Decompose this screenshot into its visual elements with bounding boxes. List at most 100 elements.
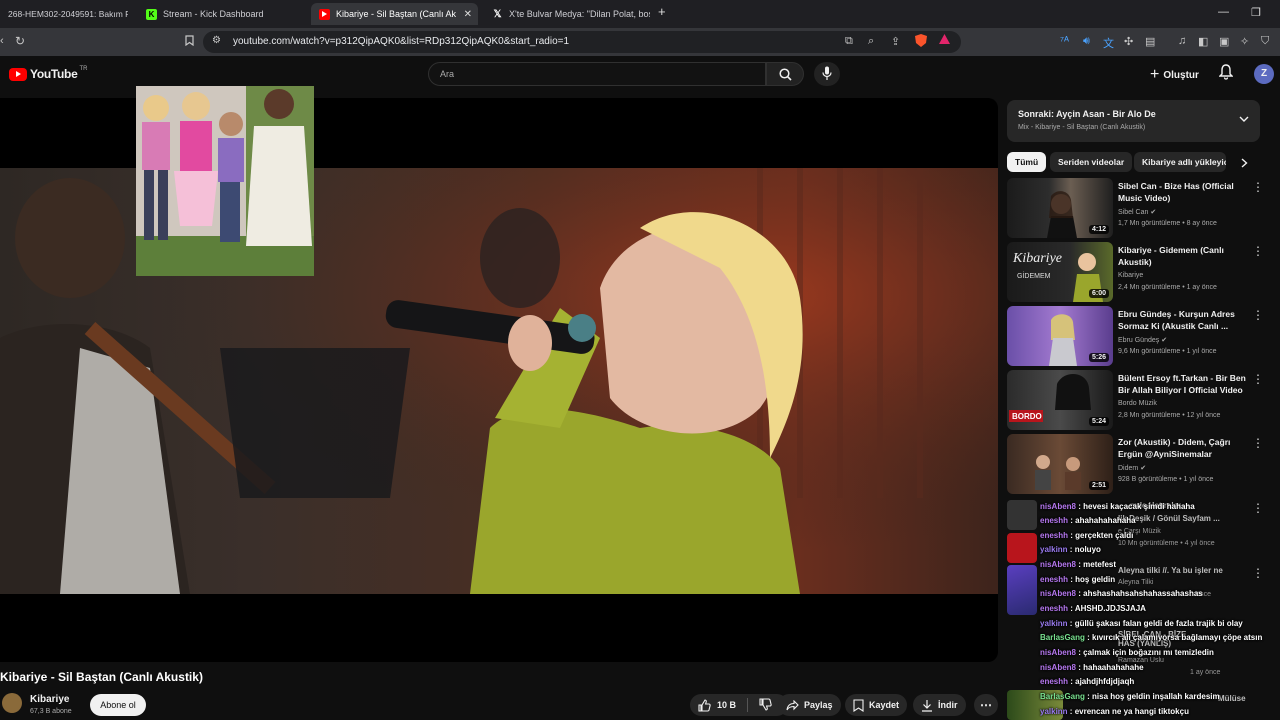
account-avatar[interactable]: Z [1254,64,1274,84]
close-tab-icon[interactable]: ✕ [464,9,472,20]
chevron-down-icon[interactable] [1239,116,1249,123]
more-vert-icon[interactable]: ⋮ [1252,244,1264,258]
chat-username: eneshh [1040,604,1069,613]
audio-icon[interactable]: 🔊︎ [1083,35,1090,48]
up-next-subtitle: Mix - Kibariye - Sil Baştan (Canlı Akust… [1018,124,1146,131]
share-button[interactable]: Paylaş [778,694,841,716]
chevron-right-icon[interactable] [1241,158,1248,168]
like-button[interactable]: 10 B [698,698,736,712]
video-thumbnail: 5:26 [1007,306,1113,366]
thumbs-up-icon [698,698,711,712]
x-icon: 𝕏 [493,8,502,20]
youtube-logo[interactable]: YouTube TR [9,66,87,81]
video-meta: 9,6 Mn görüntüleme • 1 yıl önce [1118,348,1217,355]
video-title: Zor (Akustik) - Didem, Çağrı Ergün @Ayni… [1118,437,1231,459]
vpn-icon[interactable]: ⛉ [1261,35,1269,48]
address-bar[interactable]: ⚙ youtube.com/watch?v=p312QipAQK0&list=R… [203,31,961,53]
recommendation-item[interactable]: 5:26 Ebru Gündeş - Kurşun Adres Sormaz K… [1007,306,1277,366]
youtube-icon [319,8,330,20]
browser-tab-bakim-plan[interactable]: 268-HEM302-2049591: Bakım Plan [0,3,128,25]
new-tab-icon[interactable]: + [658,4,666,19]
chat-text: kıvırcık ali çalamıyorsa bağlamayı çöpe … [1092,633,1263,642]
chip-uploader[interactable]: Kibariye adlı yükleyici [1134,152,1226,172]
minimize-icon[interactable]: — [1218,6,1229,18]
divider [747,698,749,712]
recommendation-item[interactable]: 4:12 Sibel Can - Bize Has (Official Musi… [1007,178,1277,238]
maximize-icon[interactable]: ❐ [1251,6,1261,19]
save-button[interactable]: Kaydet [845,694,908,716]
chat-message: nisAben8 : ahshashahsahshahassahashas [1040,589,1203,598]
chat-text: ajahdjhfdjdjaqh [1075,677,1135,686]
recommendation-item[interactable]: Kibariye GİDEMEM 6:00 Kibariye - Gidemem … [1007,242,1277,302]
zoom-icon[interactable]: ⌕ [868,35,874,48]
back-icon[interactable]: ‹ [0,35,4,47]
chat-message: nisAben8 : hahaahahahahe [1040,663,1144,672]
voice-search-button[interactable] [814,62,840,86]
video-title: Bülent Ersoy ft.Tarkan - Bir Ben Bir All… [1118,373,1246,395]
chat-message: BarlasGang : nisa hoş geldin inşallah ka… [1040,692,1220,701]
save-playlist-icon [853,698,864,712]
chat-username: BarlasGang [1040,633,1085,642]
dislike-button[interactable] [759,697,772,713]
url-text: youtube.com/watch?v=p312QipAQK0&list=RDp… [233,36,570,47]
youtube-logo-icon [9,67,27,81]
share-arrow-icon [786,699,799,710]
more-vert-icon[interactable]: ⋮ [1252,180,1264,194]
chat-username: nisAben8 [1040,502,1077,511]
browser-tab-kick[interactable]: K Stream - Kick Dashboard [138,3,306,25]
like-dislike-group: 10 B [690,694,788,716]
search-input[interactable]: Ara [428,62,766,86]
extensions-icon[interactable]: ✣ [1124,35,1133,48]
channel-name: Kibariye [1118,272,1144,279]
recommendation-item[interactable]: 2:51 Zor (Akustik) - Didem, Çağrı Ergün … [1007,434,1277,494]
brave-shield-icon[interactable] [915,34,927,50]
browser-tab-x[interactable]: 𝕏 X'te Bulvar Medya: "Dilan Polat, boşa [484,3,650,25]
channel-name: Ebru Gündeş ✔︎ [1118,337,1168,344]
translate-icon[interactable]: ⁷ᴬ [1060,35,1069,47]
wallet-icon[interactable]: ▣ [1219,35,1229,48]
bookmark-icon[interactable] [185,35,194,49]
sidebar-icon[interactable]: ◧ [1198,35,1208,48]
up-next-panel[interactable]: Sonraki: Ayçin Asan - Bir Alo De Mix - K… [1007,100,1260,142]
chip-series[interactable]: Seriden videolar [1050,152,1133,172]
channel-avatar[interactable] [2,693,22,713]
leo-ai-icon[interactable]: ✧ [1240,35,1249,48]
brave-rewards-icon[interactable] [939,34,950,48]
share-icon[interactable]: ⇪ [891,35,900,48]
more-actions-button[interactable]: ⋯ [974,694,998,716]
video-thumbnail: Kibariye GİDEMEM 6:00 [1007,242,1113,302]
recommendation-item[interactable]: BORDO 5:24 Bülent Ersoy ft.Tarkan - Bir … [1007,370,1277,430]
reader-icon[interactable]: ▤ [1145,35,1155,48]
create-button[interactable]: + Oluştur [1150,66,1199,84]
subscribe-button[interactable]: Abone ol [90,694,146,716]
download-button[interactable]: İndir [913,694,966,716]
chat-username: nisAben8 [1040,589,1077,598]
verified-icon: ✔︎ [1161,337,1168,344]
search-button[interactable] [766,62,804,86]
site-settings-icon[interactable]: ⚙ [212,35,221,46]
open-in-app-icon[interactable]: ⧉ [845,35,853,48]
duration-badge: 5:24 [1088,417,1109,426]
media-icon[interactable]: ♫ [1178,35,1186,47]
create-label: Oluştur [1163,69,1199,81]
channel-name[interactable]: Kibariye [30,694,69,705]
chat-text: güllü şakası falan geldi de fazla trajik… [1074,619,1243,628]
extension-translate-icon[interactable]: 文 [1103,35,1114,51]
chat-username: yalkinn [1040,545,1068,554]
chat-username: yalkinn [1040,707,1068,716]
more-vert-icon[interactable]: ⋮ [1252,436,1264,450]
video-thumbnail: 2:51 [1007,434,1113,494]
browser-tab-youtube[interactable]: Kibariye - Sil Baştan (Canlı Akustik) ✕ [311,3,478,25]
more-vert-icon[interactable]: ⋮ [1252,308,1264,322]
video-meta: 2,4 Mn görüntüleme • 1 ay önce [1118,284,1217,291]
video-title: Sibel Can - Bize Has (Official Music Vid… [1118,181,1234,203]
channel-name: Sibel Can ✔︎ [1118,209,1157,216]
reload-icon[interactable]: ↻ [15,34,25,48]
notifications-bell-icon[interactable] [1218,64,1234,85]
more-vert-icon[interactable]: ⋮ [1252,372,1264,386]
chat-text: nisa hoş geldin inşallah kardesim [1092,692,1220,701]
chat-text: metefest [1083,560,1117,569]
chat-message: eneshh : gerçekten çaldı [1040,531,1134,540]
chat-text: hahaahahahahe [1083,663,1144,672]
chip-all[interactable]: Tümü [1007,152,1047,172]
